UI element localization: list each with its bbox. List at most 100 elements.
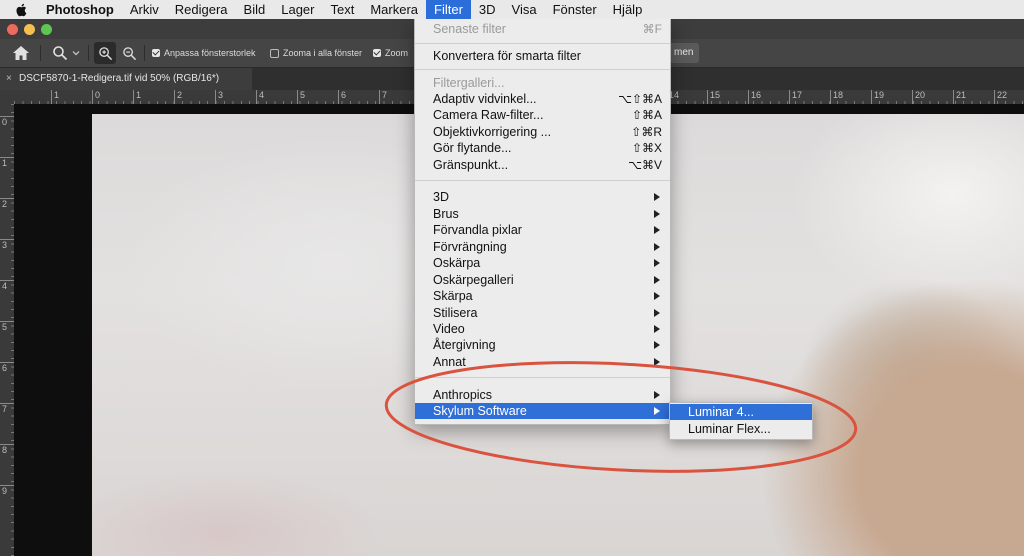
- menu-separator: [415, 69, 670, 70]
- submenu-arrow-icon: [654, 391, 660, 399]
- submenu-arrow-icon: [654, 358, 660, 366]
- filter-menu: Senaste filter ⌘F Konvertera för smarta …: [414, 18, 671, 425]
- ruler-tick-label: 22: [994, 90, 1007, 104]
- submenu-item-luminar-4[interactable]: Luminar 4...: [670, 404, 812, 420]
- menu-item-lens-correction[interactable]: Objektivkorrigering ... ⇧⌘R: [415, 124, 670, 140]
- menu-separator: [415, 43, 670, 44]
- checkbox-checked-icon: [152, 49, 160, 57]
- menu-item-convert-smart-filters[interactable]: Konvertera för smarta filter: [415, 48, 670, 64]
- zoom-in-icon[interactable]: [94, 42, 116, 64]
- menubar-item-fonster[interactable]: Fönster: [545, 0, 605, 19]
- menubar-app-name[interactable]: Photoshop: [42, 0, 122, 19]
- ruler-tick-label: 16: [748, 90, 761, 104]
- zoom-tool-icon[interactable]: [52, 39, 68, 67]
- menu-item-skylum-software[interactable]: Skylum Software: [415, 403, 670, 419]
- shortcut-label: ⌘F: [642, 22, 662, 36]
- menu-separator: [415, 180, 670, 181]
- menu-item-sharpen[interactable]: Skärpa: [415, 288, 670, 304]
- submenu-arrow-icon: [654, 226, 660, 234]
- document-tab-title: DSCF5870-1-Redigera.tif vid 50% (RGB/16*…: [19, 73, 220, 84]
- apple-logo-icon[interactable]: [0, 3, 42, 17]
- ruler-tick-label: 15: [707, 90, 720, 104]
- checkbox-unchecked-icon: [270, 48, 279, 58]
- ruler-tick-label: 4: [256, 90, 264, 104]
- submenu-arrow-icon: [654, 210, 660, 218]
- submenu-arrow-icon: [654, 292, 660, 300]
- zoom-out-icon[interactable]: [122, 39, 137, 67]
- menubar-item-lager[interactable]: Lager: [273, 0, 322, 19]
- menu-item-video[interactable]: Video: [415, 321, 670, 337]
- ruler-tick-label: 19: [871, 90, 884, 104]
- menubar-item-arkiv[interactable]: Arkiv: [122, 0, 167, 19]
- ruler-tick-label: 3: [215, 90, 223, 104]
- scrubby-zoom-checkbox[interactable]: Zoom: [373, 39, 408, 67]
- menubar-item-text[interactable]: Text: [322, 0, 362, 19]
- menubar-item-bild[interactable]: Bild: [236, 0, 274, 19]
- menu-item-other[interactable]: Annat: [415, 354, 670, 370]
- menubar-item-filter[interactable]: Filter: [426, 0, 471, 19]
- menu-item-distort[interactable]: Förvrängning: [415, 239, 670, 255]
- document-tab[interactable]: × DSCF5870-1-Redigera.tif vid 50% (RGB/1…: [0, 68, 252, 90]
- submenu-item-luminar-flex[interactable]: Luminar Flex...: [670, 421, 812, 437]
- scrubby-zoom-label: Zoom: [385, 48, 409, 58]
- close-window-button[interactable]: [7, 24, 18, 35]
- ruler-tick-label: 20: [912, 90, 925, 104]
- menu-separator: [415, 377, 670, 378]
- menu-item-pixelate[interactable]: Förvandla pixlar: [415, 222, 670, 238]
- menubar-item-visa[interactable]: Visa: [504, 0, 545, 19]
- submenu-arrow-icon: [654, 407, 660, 415]
- menu-item-filter-gallery: Filtergalleri...: [433, 76, 505, 90]
- submenu-arrow-icon: [654, 341, 660, 349]
- menu-item-camera-raw-filter[interactable]: Camera Raw-filter... ⇧⌘A: [415, 107, 670, 123]
- skylum-submenu: Luminar 4... Luminar Flex...: [669, 402, 813, 440]
- menu-item-liquify[interactable]: Gör flytande... ⇧⌘X: [415, 140, 670, 156]
- zoom-all-windows-label: Zooma i alla fönster: [283, 48, 363, 58]
- menu-item-render[interactable]: Återgivning: [415, 337, 670, 353]
- menu-item-last-filter: Senaste filter ⌘F: [433, 22, 662, 36]
- submenu-arrow-icon: [654, 309, 660, 317]
- vertical-ruler[interactable]: 0 1 2 3 4 5 6 7 8 9: [0, 104, 16, 556]
- menubar-item-3d[interactable]: 3D: [471, 0, 504, 19]
- menubar-item-markera[interactable]: Markera: [362, 0, 426, 19]
- fit-screen-button[interactable]: men: [668, 43, 700, 63]
- shortcut-label: ⌥⌘V: [628, 158, 662, 172]
- menubar-item-redigera[interactable]: Redigera: [167, 0, 236, 19]
- submenu-arrow-icon: [654, 276, 660, 284]
- ruler-tick-label: 6: [338, 90, 346, 104]
- divider: [88, 45, 89, 61]
- divider: [40, 45, 41, 61]
- menubar: Photoshop Arkiv Redigera Bild Lager Text…: [0, 0, 1024, 19]
- shortcut-label: ⇧⌘R: [631, 125, 662, 139]
- submenu-arrow-icon: [654, 243, 660, 251]
- menu-item-blur-gallery[interactable]: Oskärpegalleri: [415, 272, 670, 288]
- menu-item-3d[interactable]: 3D: [415, 189, 670, 205]
- ruler-tick-label: 5: [297, 90, 305, 104]
- ruler-corner: [0, 90, 14, 104]
- menu-item-noise[interactable]: Brus: [415, 206, 670, 222]
- menu-item-stylize[interactable]: Stilisera: [415, 305, 670, 321]
- close-tab-icon[interactable]: ×: [6, 68, 12, 90]
- menubar-item-hjalp[interactable]: Hjälp: [605, 0, 651, 19]
- ruler-tick-label: 7: [379, 90, 387, 104]
- menu-item-vanishing-point[interactable]: Gränspunkt... ⌥⌘V: [415, 157, 670, 173]
- ruler-tick-label: 17: [789, 90, 802, 104]
- menu-item-adaptive-wide-angle[interactable]: Adaptiv vidvinkel... ⌥⇧⌘A: [415, 91, 670, 107]
- submenu-arrow-icon: [654, 325, 660, 333]
- ruler-tick-label: 21: [953, 90, 966, 104]
- ruler-tick-label: 1: [133, 90, 141, 104]
- chevron-down-icon[interactable]: [72, 39, 80, 67]
- menu-item-blur[interactable]: Oskärpa: [415, 255, 670, 271]
- ruler-tick-label: 18: [830, 90, 843, 104]
- checkbox-checked-icon: [373, 49, 381, 57]
- shortcut-label: ⇧⌘A: [631, 108, 662, 122]
- divider: [144, 45, 145, 61]
- zoom-window-button[interactable]: [41, 24, 52, 35]
- menu-item-anthropics[interactable]: Anthropics: [415, 387, 670, 403]
- minimize-window-button[interactable]: [24, 24, 35, 35]
- zoom-all-windows-checkbox[interactable]: Zooma i alla fönster: [270, 39, 362, 67]
- resize-windows-checkbox[interactable]: Anpassa fönsterstorlek: [152, 39, 256, 67]
- home-icon[interactable]: [12, 39, 30, 67]
- shortcut-label: ⌥⇧⌘A: [618, 92, 662, 106]
- resize-windows-label: Anpassa fönsterstorlek: [164, 48, 256, 58]
- shortcut-label: ⇧⌘X: [631, 141, 662, 155]
